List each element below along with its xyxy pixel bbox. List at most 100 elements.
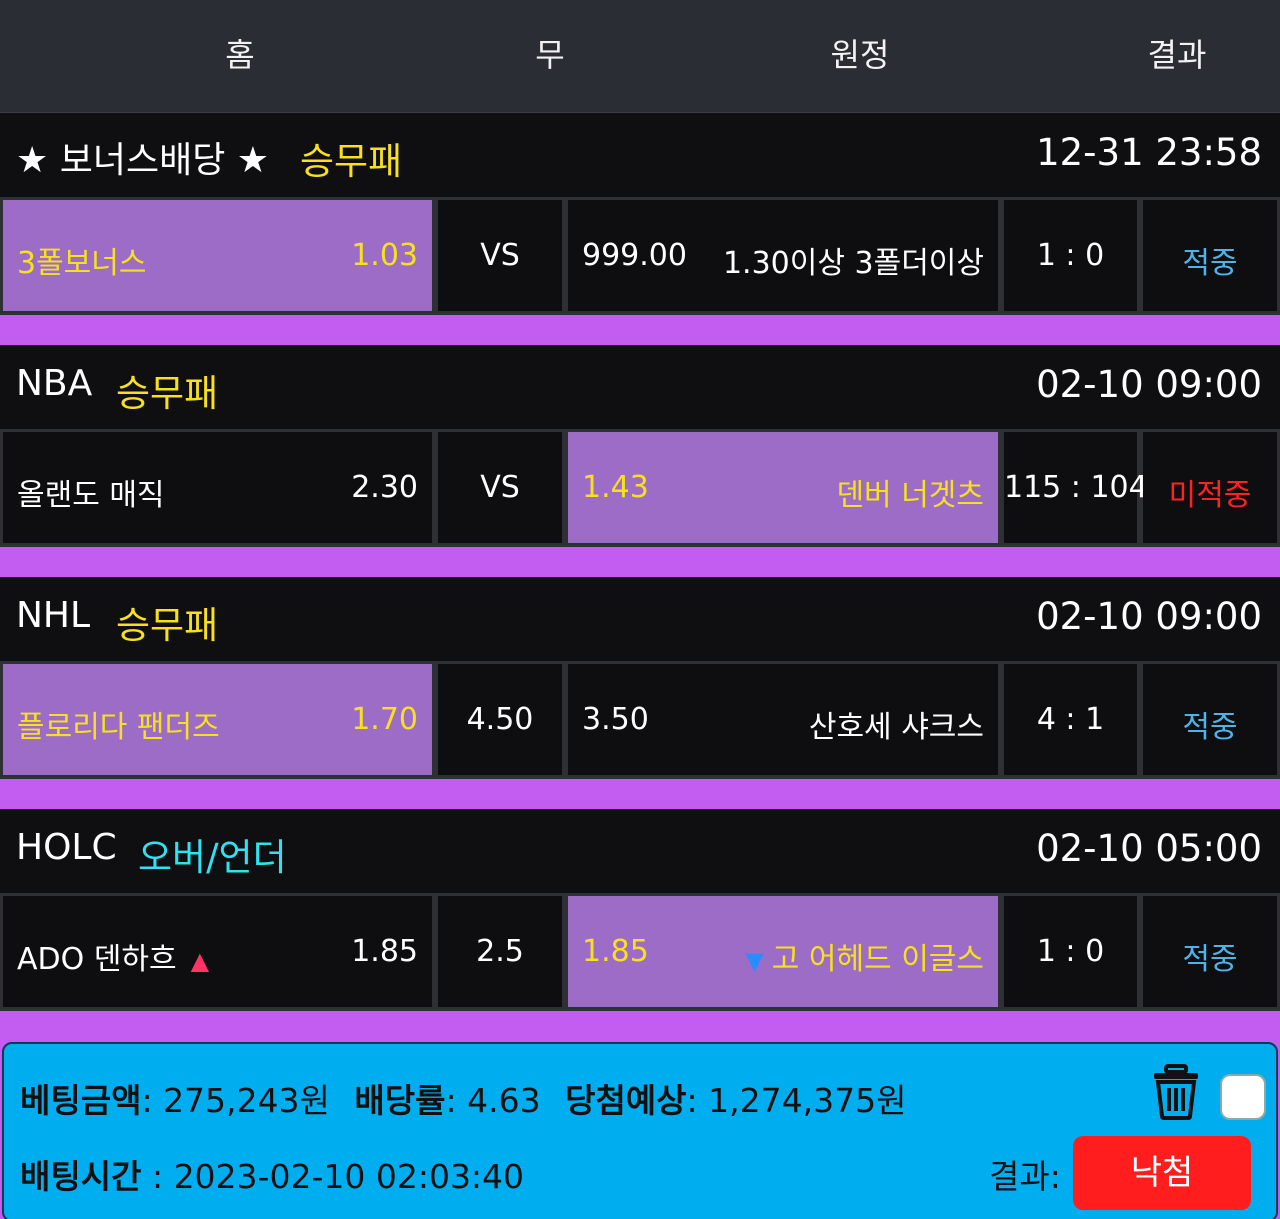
away-odds: 999.00 — [582, 238, 687, 273]
away-odds: 3.50 — [582, 702, 649, 737]
home-odds: 1.03 — [351, 238, 418, 273]
home-team: 플로리다 팬더즈 — [17, 710, 220, 745]
game-time: 02-10 09:00 — [1036, 363, 1262, 406]
game-header: HOLC 오버/언더 02-10 05:00 — [0, 809, 1280, 894]
game-time: 12-31 23:58 — [1036, 131, 1262, 174]
league-name: ★ 보너스배당 ★ — [16, 140, 270, 181]
select-checkbox[interactable] — [1220, 1074, 1266, 1120]
home-odds: 2.30 — [351, 470, 418, 505]
result-cell: 적중 — [1143, 200, 1277, 311]
game-row: ADO 덴하흐 ▲ 1.85 2.5 1.85 ▼ 고 어헤드 이글스 1 : 0 … — [0, 893, 1280, 1011]
odds-label: 배당률 — [354, 1081, 446, 1120]
away-pick-cell[interactable]: 999.00 1.30이상 3폴더이상 — [568, 200, 998, 311]
score: 115 : 104 — [1004, 470, 1148, 505]
game-time: 02-10 05:00 — [1036, 827, 1262, 870]
result-cell: 적중 — [1143, 664, 1277, 775]
bet-amount-label: 베팅금액 — [20, 1081, 142, 1120]
away-odds: 1.85 — [582, 934, 649, 969]
game-header: ★ 보너스배당 ★ 승무패 12-31 23:58 — [0, 113, 1280, 198]
bet-slip-summary: 베팅금액: 275,243원 배당률: 4.63 당첨예상: 1,274,375… — [2, 1042, 1278, 1219]
game-time: 02-10 09:00 — [1036, 595, 1262, 638]
away-team: 1.30이상 3폴더이상 — [722, 246, 984, 281]
expected-label: 당첨예상 — [565, 1081, 687, 1120]
game-header: NBA 승무패 02-10 09:00 — [0, 345, 1280, 430]
home-team-wrap: ADO 덴하흐 ▲ — [17, 934, 209, 978]
result-cell: 적중 — [1143, 896, 1277, 1007]
game-row: 3폴보너스 1.03 VS 999.00 1.30이상 3폴더이상 1 : 0 … — [0, 197, 1280, 315]
colon: : — [445, 1081, 468, 1120]
header-draw: 무 — [535, 36, 565, 74]
total-odds: 4.63 — [467, 1081, 541, 1120]
result-label: 결과: — [989, 1157, 1061, 1196]
game-block: ★ 보너스배당 ★ 승무패 12-31 23:58 3폴보너스 1.03 VS … — [0, 113, 1280, 315]
draw-value: VS — [480, 238, 520, 273]
bet-amount: 275,243원 — [163, 1081, 330, 1120]
colon: : — [141, 1157, 174, 1196]
score: 4 : 1 — [1036, 702, 1105, 737]
league-name: NHL — [16, 595, 91, 636]
home-odds: 1.85 — [351, 934, 418, 969]
result-cell: 미적중 — [1143, 432, 1277, 543]
away-team-wrap: ▼ 고 어헤드 이글스 — [745, 934, 984, 978]
away-pick-cell[interactable]: 1.85 ▼ 고 어헤드 이글스 — [568, 896, 998, 1007]
draw-cell[interactable]: VS — [438, 200, 562, 311]
expected-win: 1,274,375원 — [708, 1081, 907, 1120]
draw-cell[interactable]: 4.50 — [438, 664, 562, 775]
game-block: NHL 승무패 02-10 09:00 플로리다 팬더즈 1.70 4.50 3… — [0, 577, 1280, 779]
league-name: NBA — [16, 363, 93, 404]
result-status: 적중 — [1182, 942, 1238, 977]
triangle-up-icon: ▲ — [190, 947, 210, 975]
header-away: 원정 — [830, 36, 890, 74]
market-type: 승무패 — [116, 372, 219, 415]
away-team: 고 어헤드 이글스 — [771, 942, 984, 977]
draw-value: 2.5 — [476, 934, 524, 969]
column-header: 홈 무 원정 결과 — [0, 0, 1280, 113]
result-status: 적중 — [1182, 710, 1238, 745]
result-status: 적중 — [1182, 246, 1238, 281]
bet-time-label: 배팅시간 — [20, 1157, 142, 1196]
triangle-down-icon: ▼ — [745, 947, 764, 975]
score: 1 : 0 — [1036, 238, 1105, 273]
market-type: 승무패 — [116, 604, 219, 647]
score: 1 : 0 — [1036, 934, 1105, 969]
score-cell: 1 : 0 — [1004, 896, 1137, 1007]
league-name: HOLC — [16, 827, 117, 868]
market-type: 승무패 — [300, 140, 403, 183]
game-block: NBA 승무패 02-10 09:00 올랜도 매직 2.30 VS 1.43 … — [0, 345, 1280, 547]
draw-value: VS — [480, 470, 520, 505]
colon: : — [686, 1081, 709, 1120]
game-row: 플로리다 팬더즈 1.70 4.50 3.50 산호세 샤크스 4 : 1 적중 — [0, 661, 1280, 779]
result-badge-button[interactable]: 낙첨 — [1073, 1136, 1251, 1210]
game-block: HOLC 오버/언더 02-10 05:00 ADO 덴하흐 ▲ 1.85 2.5… — [0, 809, 1280, 1011]
header-home: 홈 — [225, 36, 255, 74]
home-team: ADO 덴하흐 — [17, 942, 177, 977]
home-odds: 1.70 — [351, 702, 418, 737]
home-pick-cell[interactable]: 3폴보너스 1.03 — [3, 200, 432, 311]
header-result: 결과 — [1147, 36, 1207, 74]
home-team: 3폴보너스 — [17, 246, 147, 281]
home-pick-cell[interactable]: 플로리다 팬더즈 1.70 — [3, 664, 432, 775]
game-header: NHL 승무패 02-10 09:00 — [0, 577, 1280, 662]
game-row: 올랜도 매직 2.30 VS 1.43 덴버 너겟츠 115 : 104 미적중 — [0, 429, 1280, 547]
slip-amounts: 베팅금액: 275,243원 배당률: 4.63 당첨예상: 1,274,375… — [20, 1074, 906, 1122]
score-cell: 115 : 104 — [1004, 432, 1148, 543]
home-pick-cell[interactable]: ADO 덴하흐 ▲ 1.85 — [3, 896, 432, 1007]
score-cell: 4 : 1 — [1004, 664, 1137, 775]
score-cell: 1 : 0 — [1004, 200, 1137, 311]
colon: : — [141, 1081, 164, 1120]
result-status: 미적중 — [1168, 478, 1252, 513]
trash-icon[interactable] — [1152, 1064, 1200, 1120]
draw-cell[interactable]: 2.5 — [438, 896, 562, 1007]
home-pick-cell[interactable]: 올랜도 매직 2.30 — [3, 432, 432, 543]
draw-cell[interactable]: VS — [438, 432, 562, 543]
draw-value: 4.50 — [466, 702, 534, 737]
bet-time: 2023-02-10 02:03:40 — [173, 1157, 525, 1196]
slip-time: 배팅시간 : 2023-02-10 02:03:40 — [20, 1150, 524, 1198]
market-type: 오버/언더 — [138, 836, 287, 879]
away-team: 산호세 샤크스 — [808, 710, 984, 745]
away-pick-cell[interactable]: 1.43 덴버 너겟츠 — [568, 432, 998, 543]
home-team: 올랜도 매직 — [17, 478, 165, 513]
away-pick-cell[interactable]: 3.50 산호세 샤크스 — [568, 664, 998, 775]
away-team: 덴버 너겟츠 — [836, 478, 984, 513]
away-odds: 1.43 — [582, 470, 649, 505]
